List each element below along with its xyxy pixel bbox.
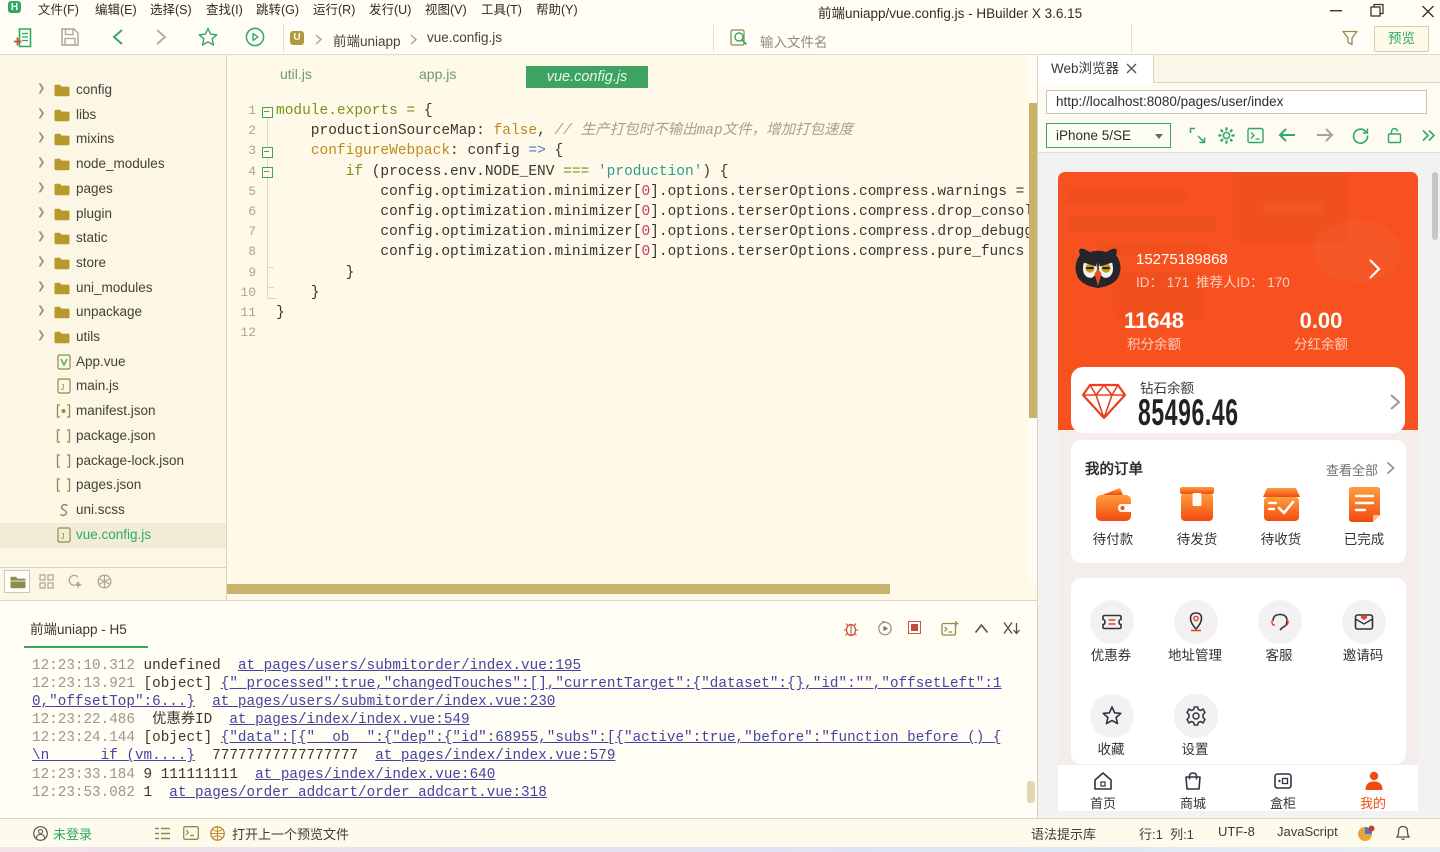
svg-text:J: J (61, 532, 65, 541)
svg-text:J: J (61, 383, 65, 392)
